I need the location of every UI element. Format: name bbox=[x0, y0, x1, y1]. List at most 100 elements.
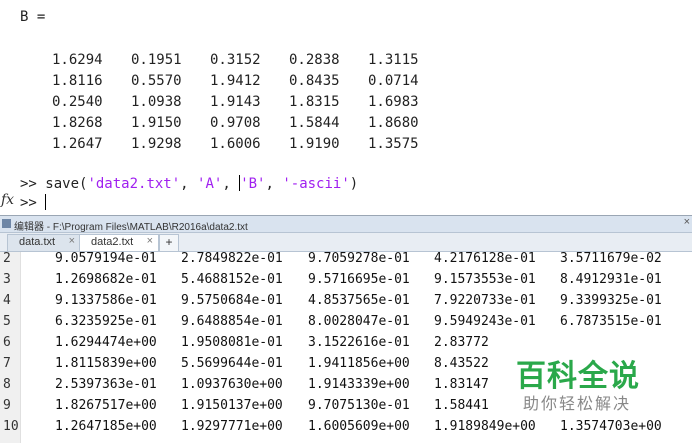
data-value: 1.9150137e+00 bbox=[181, 398, 283, 413]
matrix-cell: 0.9708 bbox=[210, 115, 261, 131]
data-value: 1.3574703e+00 bbox=[560, 419, 662, 434]
command-window[interactable]: B = 1.6294 0.1951 0.3152 0.2838 1.3115 1.8116… bbox=[0, 0, 692, 216]
data-value: 2.7849822e-01 bbox=[181, 251, 283, 266]
watermark-title: 百科全说 bbox=[516, 359, 640, 394]
data-value: 9.5949243e-01 bbox=[434, 314, 536, 329]
watermark: 百科全说 助你轻松解决 bbox=[503, 347, 663, 415]
matrix-cell: 1.8116 bbox=[52, 73, 103, 89]
editor-line: 4 9.1337586e-01 9.5750684e-01 4.8537565e-01… bbox=[0, 293, 692, 314]
line-number: 2 bbox=[3, 251, 11, 266]
editor-title: 编辑器 - F:\Program Files\MATLAB\R2016a\dat… bbox=[14, 222, 248, 233]
tab-close-icon[interactable]: × bbox=[147, 235, 153, 247]
data-value: 1.2698682e-01 bbox=[55, 272, 157, 287]
data-value: 4.8537565e-01 bbox=[308, 293, 410, 308]
prompt: >> bbox=[20, 195, 37, 211]
data-value: 9.6488854e-01 bbox=[181, 314, 283, 329]
matrix-cell: 0.2540 bbox=[52, 94, 103, 110]
data-value: 1.8267517e+00 bbox=[55, 398, 157, 413]
data-value: 6.7873515e-01 bbox=[560, 314, 662, 329]
data-value: 3.5711679e-02 bbox=[560, 251, 662, 266]
command-text: save('data2.txt', 'A', 'B', '-ascii') bbox=[45, 175, 359, 192]
data-value: 2.5397363e-01 bbox=[55, 377, 157, 392]
data-value: 1.58441 bbox=[434, 398, 489, 413]
matrix-cell: 1.9298 bbox=[131, 136, 182, 152]
data-value: 4.2176128e-01 bbox=[434, 251, 536, 266]
matrix-cell: 1.6983 bbox=[368, 94, 419, 110]
matrix-cell: 1.6006 bbox=[210, 136, 261, 152]
new-tab-button[interactable]: + bbox=[159, 234, 179, 252]
line-number: 6 bbox=[3, 335, 11, 350]
prompt: >> bbox=[20, 176, 37, 192]
matrix-cell: 1.0938 bbox=[131, 94, 182, 110]
data-value: 1.83147 bbox=[434, 377, 489, 392]
line-number: 3 bbox=[3, 272, 11, 287]
close-icon[interactable]: × bbox=[684, 216, 690, 228]
data-value: 3.1522616e-01 bbox=[308, 335, 410, 350]
data-value: 6.3235925e-01 bbox=[55, 314, 157, 329]
matrix-cell: 1.8680 bbox=[368, 115, 419, 131]
matrix-cell: 1.9143 bbox=[210, 94, 261, 110]
editor-line: 10 1.2647185e+00 1.9297771e+00 1.6005609e+0… bbox=[0, 419, 692, 440]
matrix-cell: 0.1951 bbox=[131, 52, 182, 68]
matrix-cell: 1.8268 bbox=[52, 115, 103, 131]
data-value: 9.1337586e-01 bbox=[55, 293, 157, 308]
watermark-subtitle: 助你轻松解决 bbox=[523, 394, 632, 413]
data-value: 8.4912931e-01 bbox=[560, 272, 662, 287]
data-value: 9.1573553e-01 bbox=[434, 272, 536, 287]
editor-title-bar: 编辑器 - F:\Program Files\MATLAB\R2016a\dat… bbox=[0, 216, 692, 233]
line-number: 5 bbox=[3, 314, 11, 329]
data-value: 5.5699644e-01 bbox=[181, 356, 283, 371]
matrix-cell: 1.9412 bbox=[210, 73, 261, 89]
matrix-cell: 0.3152 bbox=[210, 52, 261, 68]
data-value: 1.9508081e-01 bbox=[181, 335, 283, 350]
data-value: 1.9297771e+00 bbox=[181, 419, 283, 434]
line-number: 10 bbox=[3, 419, 19, 434]
editor-line: 3 1.2698682e-01 5.4688152e-01 9.5716695e-01… bbox=[0, 272, 692, 293]
tab-label: data.txt bbox=[19, 236, 56, 248]
data-value: 8.43522 bbox=[434, 356, 489, 371]
matrix-cell: 0.0714 bbox=[368, 73, 419, 89]
data-value: 9.3399325e-01 bbox=[560, 293, 662, 308]
data-value: 7.9220733e-01 bbox=[434, 293, 536, 308]
line-number: 4 bbox=[3, 293, 11, 308]
data-value: 9.7059278e-01 bbox=[308, 251, 410, 266]
matrix-cell: 1.9150 bbox=[131, 115, 182, 131]
tab-data2-txt[interactable]: data2.txt × bbox=[79, 234, 159, 251]
matrix-cell: 1.3115 bbox=[368, 52, 419, 68]
matrix-cell: 1.2647 bbox=[52, 136, 103, 152]
editor-tab-bar: data.txt × data2.txt × + bbox=[0, 233, 692, 252]
line-number: 7 bbox=[3, 356, 11, 371]
matrix-cell: 1.6294 bbox=[52, 52, 103, 68]
data-value: 1.6294474e+00 bbox=[55, 335, 157, 350]
line-number: 9 bbox=[3, 398, 11, 413]
line-number: 8 bbox=[3, 377, 11, 392]
text-cursor bbox=[45, 194, 47, 210]
matrix-cell: 0.8435 bbox=[289, 73, 340, 89]
editor-line: 5 6.3235925e-01 9.6488854e-01 8.0028047e-01… bbox=[0, 314, 692, 335]
matrix-cell: 0.2838 bbox=[289, 52, 340, 68]
variable-assignment: B = bbox=[20, 9, 46, 25]
data-value: 8.0028047e-01 bbox=[308, 314, 410, 329]
matrix-cell: 0.5570 bbox=[131, 73, 182, 89]
tab-data-txt[interactable]: data.txt × bbox=[7, 234, 81, 251]
function-browser-icon[interactable]: fx bbox=[1, 192, 14, 208]
data-value: 2.83772 bbox=[434, 335, 489, 350]
matrix-cell: 1.3575 bbox=[368, 136, 419, 152]
editor-window-icon bbox=[2, 219, 11, 228]
matrix-cell: 1.5844 bbox=[289, 115, 340, 131]
data-value: 9.0579194e-01 bbox=[55, 251, 157, 266]
data-value: 9.5750684e-01 bbox=[181, 293, 283, 308]
data-value: 9.7075130e-01 bbox=[308, 398, 410, 413]
data-value: 1.9143339e+00 bbox=[308, 377, 410, 392]
data-value: 9.5716695e-01 bbox=[308, 272, 410, 287]
data-value: 1.0937630e+00 bbox=[181, 377, 283, 392]
data-value: 5.4688152e-01 bbox=[181, 272, 283, 287]
data-value: 1.8115839e+00 bbox=[55, 356, 157, 371]
tab-label: data2.txt bbox=[91, 236, 134, 248]
data-value: 1.9411856e+00 bbox=[308, 356, 410, 371]
editor-line: 2 9.0579194e-01 2.7849822e-01 9.7059278e-01… bbox=[0, 251, 692, 272]
command-input[interactable]: >> bbox=[20, 194, 47, 211]
tab-close-icon[interactable]: × bbox=[69, 235, 75, 247]
matrix-cell: 1.8315 bbox=[289, 94, 340, 110]
command-line: >> save('data2.txt', 'A', 'B', '-ascii') bbox=[20, 175, 358, 192]
